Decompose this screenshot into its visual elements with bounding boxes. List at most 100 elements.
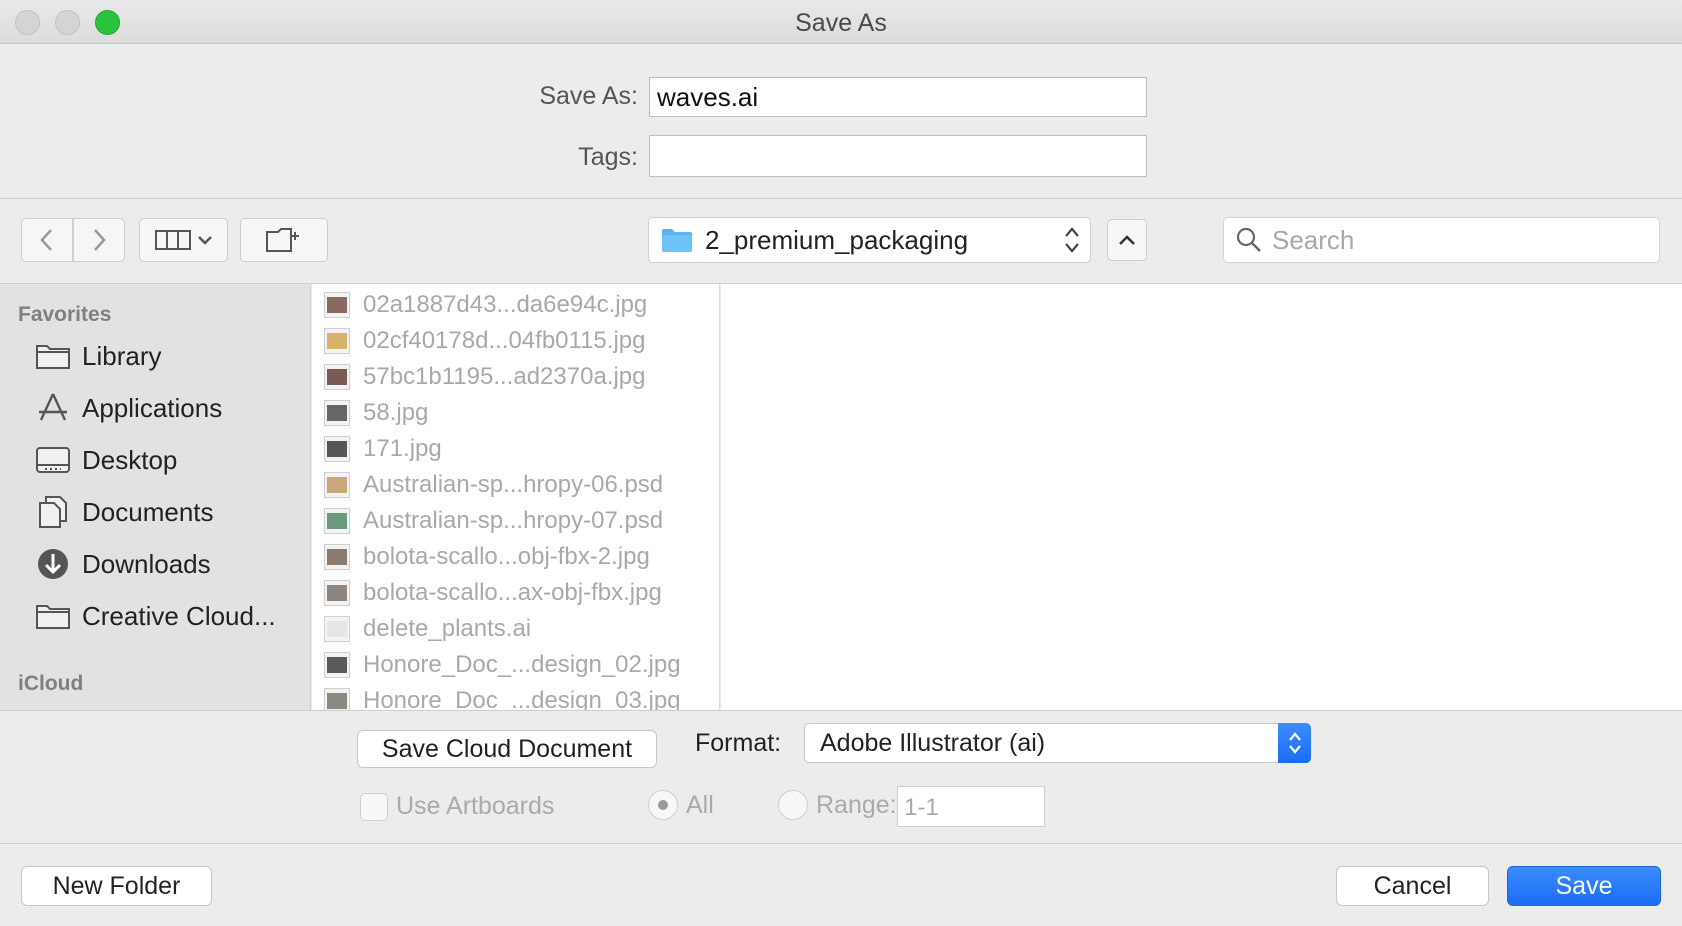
file-row[interactable]: Honore_Doc_...design_02.jpg — [324, 647, 681, 683]
sidebar: Favorites Library Applications Desktop D… — [0, 284, 311, 710]
desktop-icon — [34, 442, 72, 478]
file-name: 57bc1b1195...ad2370a.jpg — [363, 363, 646, 390]
file-thumbnail-icon — [324, 472, 350, 498]
file-row[interactable]: 57bc1b1195...ad2370a.jpg — [324, 359, 645, 395]
chevron-down-icon — [197, 236, 212, 245]
folder-icon — [34, 338, 72, 374]
sidebar-item-label: Creative Cloud... — [82, 600, 276, 631]
all-radio[interactable]: All — [648, 790, 714, 820]
back-button[interactable] — [21, 218, 73, 262]
file-name: delete_plants.ai — [363, 615, 532, 642]
use-artboards-checkbox[interactable]: Use Artboards — [360, 792, 554, 821]
favorites-header: Favorites — [18, 303, 112, 326]
file-thumbnail-icon — [324, 544, 350, 570]
range-radio[interactable]: Range: — [778, 790, 897, 820]
file-row[interactable]: bolota-scallo...obj-fbx-2.jpg — [324, 539, 650, 575]
file-row[interactable]: delete_plants.ai — [324, 611, 531, 647]
file-row[interactable]: bolota-scallo...ax-obj-fbx.jpg — [324, 575, 662, 611]
search-box[interactable] — [1223, 217, 1660, 263]
file-row[interactable]: 02a1887d43...da6e94c.jpg — [324, 287, 647, 323]
file-row[interactable]: 171.jpg — [324, 431, 442, 467]
documents-icon — [34, 494, 72, 530]
sidebar-item-label: Applications — [82, 392, 223, 423]
file-thumbnail-icon — [324, 364, 350, 390]
save-cloud-document-button[interactable]: Save Cloud Document — [357, 730, 657, 768]
chevron-left-icon — [40, 229, 52, 251]
range-input[interactable]: 1-1 — [897, 786, 1045, 827]
sidebar-item-label: Documents — [82, 496, 214, 527]
file-thumbnail-icon — [324, 508, 350, 534]
forward-button[interactable] — [73, 218, 125, 262]
location-popup[interactable]: 2_premium_packaging — [648, 217, 1091, 263]
file-thumbnail-icon — [324, 436, 350, 462]
chevron-right-icon — [94, 229, 106, 251]
divider — [0, 710, 1682, 711]
save-as-label: Save As: — [539, 82, 638, 110]
file-thumbnail-icon — [324, 616, 350, 642]
sidebar-item-creative-cloud[interactable]: Creative Cloud... — [34, 594, 304, 638]
sidebar-item-label: Library — [82, 340, 162, 371]
title-bar: Save As — [0, 0, 1682, 44]
file-list[interactable]: 02a1887d43...da6e94c.jpg 02cf40178d...04f… — [312, 284, 720, 710]
file-name: Honore_Doc_...design_02.jpg — [363, 651, 681, 678]
file-name: 02cf40178d...04fb0115.jpg — [363, 327, 646, 354]
format-value: Adobe Illustrator (ai) — [820, 728, 1046, 757]
up-down-arrows-icon — [1278, 723, 1311, 763]
file-row[interactable]: Australian-sp...hropy-07.psd — [324, 503, 663, 539]
folder-icon — [662, 229, 692, 252]
applications-icon — [34, 390, 72, 426]
file-thumbnail-icon — [324, 292, 350, 318]
search-input[interactable] — [1272, 224, 1632, 256]
file-thumbnail-icon — [324, 652, 350, 678]
sidebar-item-desktop[interactable]: Desktop — [34, 438, 304, 482]
folder-icon — [34, 598, 72, 634]
file-name: Honore_Doc_...design_03.jpg — [363, 687, 681, 710]
tags-label: Tags: — [578, 143, 638, 171]
file-thumbnail-icon — [324, 688, 350, 710]
file-name: Australian-sp...hropy-06.psd — [363, 471, 664, 498]
divider — [0, 198, 1682, 199]
sidebar-item-library[interactable]: Library — [34, 334, 304, 378]
file-name: 02a1887d43...da6e94c.jpg — [363, 291, 648, 318]
window-title: Save As — [795, 9, 887, 37]
cancel-button[interactable]: Cancel — [1336, 866, 1489, 906]
file-thumbnail-icon — [324, 328, 350, 354]
filename-field[interactable]: waves.ai — [649, 77, 1147, 117]
save-button[interactable]: Save — [1507, 866, 1661, 906]
all-label: All — [686, 790, 714, 819]
new-folder-toolbar-button[interactable] — [240, 218, 328, 262]
tags-field[interactable] — [649, 135, 1147, 177]
preview-column — [721, 284, 1682, 710]
location-label: 2_premium_packaging — [705, 224, 969, 255]
downloads-icon — [34, 546, 72, 582]
file-row[interactable]: 58.jpg — [324, 395, 428, 431]
sidebar-item-label: Downloads — [82, 548, 211, 579]
new-folder-button[interactable]: New Folder — [21, 866, 212, 906]
sidebar-item-applications[interactable]: Applications — [34, 386, 304, 430]
file-name: 171.jpg — [363, 435, 442, 462]
columns-view-icon — [154, 230, 191, 250]
range-label: Range: — [816, 790, 897, 819]
radio-circle — [778, 790, 808, 820]
sidebar-item-downloads[interactable]: Downloads — [34, 542, 304, 586]
file-thumbnail-icon — [324, 580, 350, 606]
view-mode-button[interactable] — [139, 218, 228, 262]
file-row[interactable]: Honore_Doc_...design_03.jpg — [324, 683, 681, 710]
divider — [0, 843, 1682, 844]
sidebar-item-documents[interactable]: Documents — [34, 490, 304, 534]
expand-collapse-button[interactable] — [1107, 219, 1147, 261]
file-thumbnail-icon — [324, 400, 350, 426]
format-label: Format: — [695, 729, 782, 757]
sidebar-item-label: Desktop — [82, 444, 178, 475]
file-name: bolota-scallo...ax-obj-fbx.jpg — [363, 579, 662, 606]
use-artboards-label: Use Artboards — [396, 792, 555, 820]
format-select[interactable]: Adobe Illustrator (ai) — [804, 723, 1311, 763]
file-name: 58.jpg — [363, 399, 429, 426]
new-folder-icon — [266, 228, 299, 252]
file-row[interactable]: 02cf40178d...04fb0115.jpg — [324, 323, 645, 359]
up-down-arrows-icon — [1065, 227, 1079, 253]
file-name: bolota-scallo...obj-fbx-2.jpg — [363, 543, 650, 570]
search-icon — [1236, 227, 1261, 252]
file-row[interactable]: Australian-sp...hropy-06.psd — [324, 467, 663, 503]
radio-circle — [648, 790, 678, 820]
